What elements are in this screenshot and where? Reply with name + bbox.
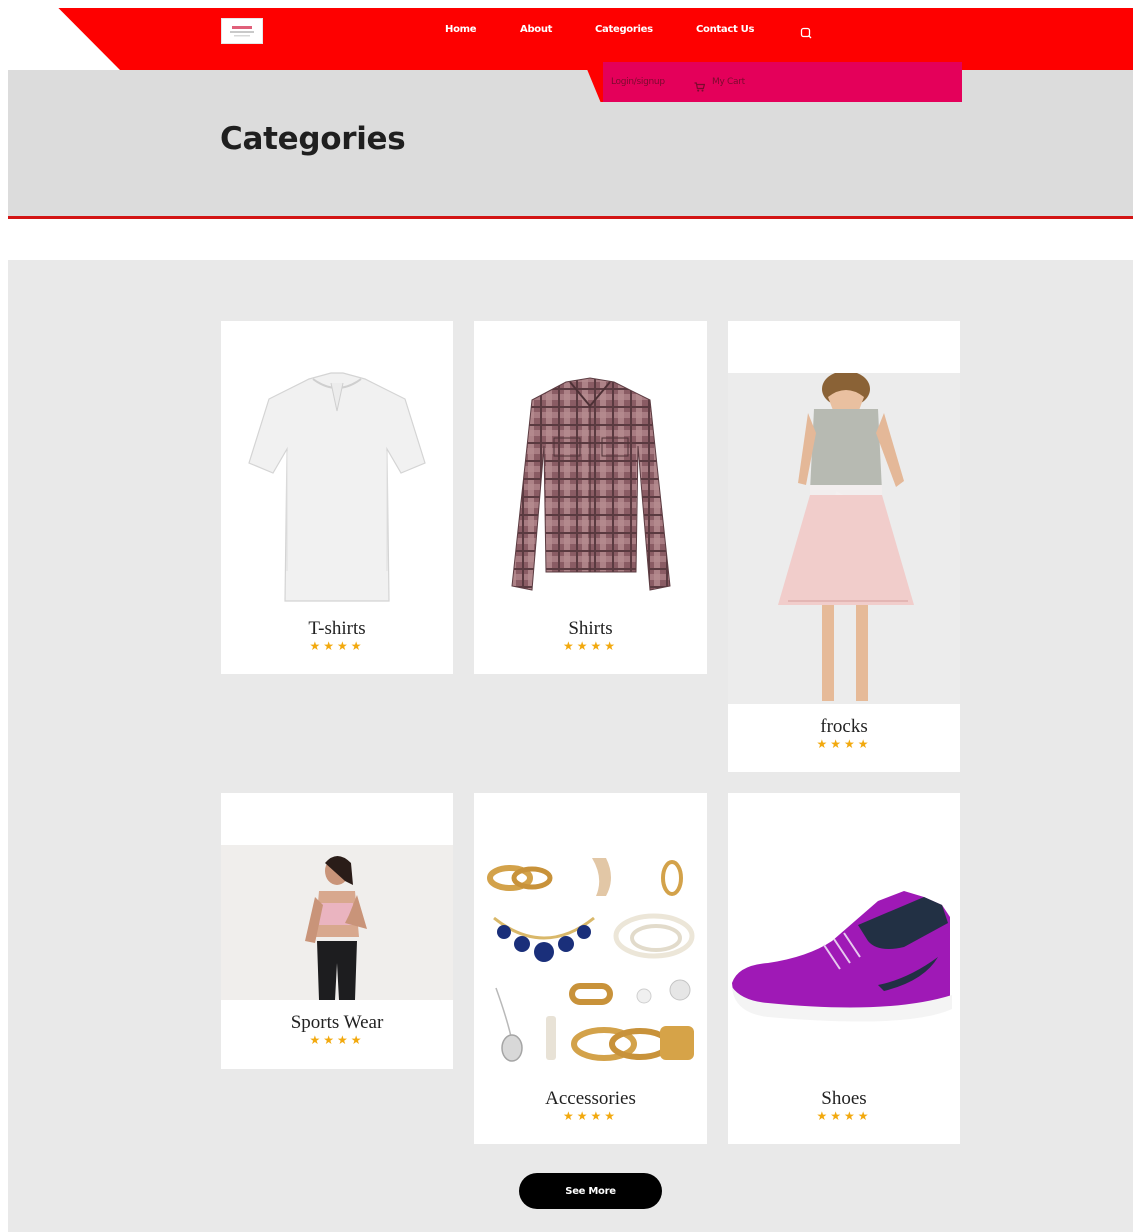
nav-about[interactable]: About [520,24,552,35]
star-icon: ★ [844,737,858,751]
search-icon [800,27,812,39]
star-icon: ★ [562,639,577,653]
rating-stars: ★★★★ [728,1109,960,1123]
shirt-image [474,376,707,606]
cart-icon [694,77,706,92]
product-name: T-shirts [308,618,366,639]
sports-wear-image [221,845,453,1000]
star-icon: ★ [323,1033,337,1047]
nav-home[interactable]: Home [445,24,477,35]
star-icon: ★ [844,1109,858,1123]
rating-stars: ★★★★ [221,639,453,653]
nav-contact-us[interactable]: Contact Us [696,24,754,35]
rating-stars: ★★★★ [728,737,960,751]
product-name: Sports Wear [290,1012,384,1033]
product-name: Accessories [545,1088,636,1109]
product-card-sports-wear[interactable]: Sports Wear ★★★★ [221,793,453,1069]
star-icon: ★ [816,1109,831,1123]
tshirt-image [221,371,453,611]
rating-stars: ★★★★ [474,639,707,653]
see-more-button[interactable]: See More [519,1173,662,1209]
product-card-shirts[interactable]: Shirts ★★★★ [474,321,707,674]
rating-stars: ★★★★ [474,1109,707,1123]
page-title: Categories [220,121,406,157]
page-header-divider [8,216,1133,219]
star-icon: ★ [309,1033,324,1047]
star-icon: ★ [309,639,324,653]
search-button[interactable] [799,26,813,40]
star-icon: ★ [590,1109,605,1123]
star-icon: ★ [337,639,351,653]
rating-stars: ★★★★ [221,1033,453,1047]
product-name: Shoes [821,1088,867,1109]
page-header-band [8,70,1133,216]
star-icon: ★ [857,737,872,751]
star-icon: ★ [590,639,605,653]
site-logo[interactable] [221,18,263,44]
shoes-image [728,883,960,1038]
top-navbar [8,8,1133,70]
star-icon: ★ [562,1109,577,1123]
product-card-frocks[interactable]: frocks ★★★★ [728,321,960,772]
my-cart-link[interactable]: My Cart [712,77,745,87]
star-icon: ★ [350,639,365,653]
star-icon: ★ [604,639,619,653]
nav-categories[interactable]: Categories [595,24,653,35]
star-icon: ★ [830,1109,844,1123]
star-icon: ★ [576,639,591,653]
accessories-image [474,848,707,1073]
product-card-accessories[interactable]: Accessories ★★★★ [474,793,707,1144]
star-icon: ★ [816,737,831,751]
product-card-shoes[interactable]: Shoes ★★★★ [728,793,960,1144]
star-icon: ★ [830,737,844,751]
star-icon: ★ [350,1033,365,1047]
product-name: frocks [820,716,868,737]
logo-mark-icon [230,26,254,37]
star-icon: ★ [857,1109,872,1123]
product-card-tshirts[interactable]: T-shirts ★★★★ [221,321,453,674]
star-icon: ★ [337,1033,351,1047]
product-name: Shirts [568,618,613,639]
star-icon: ★ [323,639,337,653]
star-icon: ★ [576,1109,591,1123]
frock-image [728,373,960,704]
star-icon: ★ [604,1109,619,1123]
login-signup-link[interactable]: Login/signup [611,77,665,87]
